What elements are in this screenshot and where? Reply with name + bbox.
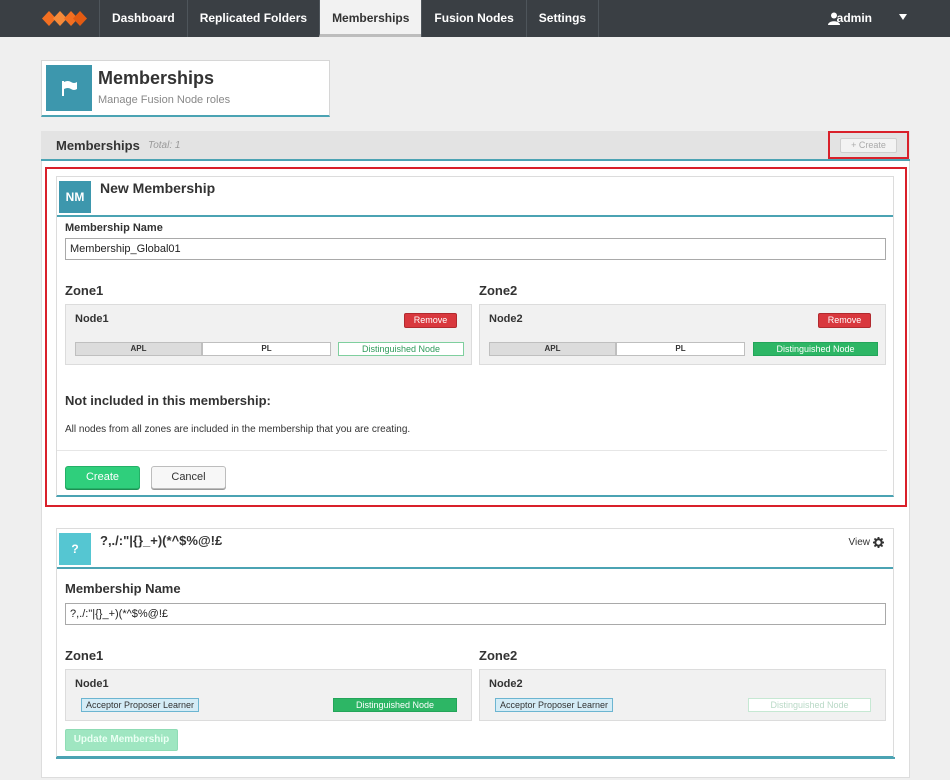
- new-membership-badge: NM: [59, 181, 91, 213]
- existing-membership-card-header: ? ?,./:"|{}_+)(*^$%@!£ View: [57, 529, 893, 569]
- nav-replicated-folders[interactable]: Replicated Folders: [186, 0, 319, 37]
- existing-node2-name: Node2: [489, 678, 523, 690]
- view-label: View: [848, 537, 871, 548]
- existing-zone1-node-box: Node1 Acceptor Proposer Learner Distingu…: [65, 669, 472, 721]
- card-bottom-border: [56, 757, 895, 759]
- update-membership-button[interactable]: Update Membership: [65, 729, 178, 751]
- caret-down-icon[interactable]: [899, 14, 907, 20]
- zone1-title: Zone1: [65, 283, 104, 298]
- not-included-title: Not included in this membership:: [65, 393, 271, 408]
- not-included-text: All nodes from all zones are included in…: [65, 424, 411, 435]
- create-membership-button[interactable]: + Create: [840, 138, 897, 153]
- new-membership-title: New Membership: [100, 180, 216, 196]
- page-title: Memberships: [98, 68, 215, 88]
- form-divider: [57, 450, 887, 451]
- existing-zone2-node-box: Node2 Acceptor Proposer Learner Distingu…: [479, 669, 886, 721]
- create-button[interactable]: Create: [65, 466, 140, 489]
- view-membership-link[interactable]: View: [848, 537, 884, 548]
- nav-settings[interactable]: Settings: [525, 0, 600, 37]
- top-navbar: Dashboard Replicated Folders Memberships…: [0, 0, 950, 37]
- existing-node1-name: Node1: [75, 678, 109, 690]
- list-title: Memberships: [56, 138, 140, 153]
- node2-distinguished-toggle[interactable]: Distinguished Node: [753, 342, 878, 356]
- main-nav: Dashboard Replicated Folders Memberships…: [99, 0, 600, 37]
- page-badge: [46, 65, 92, 111]
- existing-node1-distinguished[interactable]: Distinguished Node: [333, 698, 457, 712]
- node1-distinguished-toggle[interactable]: Distinguished Node: [338, 342, 464, 356]
- nav-memberships[interactable]: Memberships: [319, 0, 422, 37]
- memberships-list-header: Memberships Total: 1: [41, 131, 910, 161]
- flag-icon: [62, 81, 77, 96]
- node2-name: Node2: [489, 313, 523, 325]
- node2-role-apl[interactable]: APL: [489, 342, 616, 356]
- node2-role-pl[interactable]: PL: [616, 342, 745, 356]
- new-membership-card-header: NM New Membership: [57, 177, 893, 217]
- existing-zone1-title: Zone1: [65, 648, 104, 663]
- node1-role-apl[interactable]: APL: [75, 342, 202, 356]
- existing-membership-name-input[interactable]: [65, 603, 886, 625]
- existing-membership-badge: ?: [59, 533, 91, 565]
- wandisco-logo-icon[interactable]: [40, 8, 88, 29]
- existing-node2-role: Acceptor Proposer Learner: [495, 698, 614, 712]
- nav-fusion-nodes[interactable]: Fusion Nodes: [421, 0, 525, 37]
- list-total: Total: 1: [148, 140, 181, 151]
- existing-membership-card: ? ?,./:"|{}_+)(*^$%@!£ View: [56, 528, 894, 758]
- remove-node2-button[interactable]: Remove: [818, 313, 871, 328]
- cancel-button[interactable]: Cancel: [151, 466, 226, 489]
- gear-icon: [873, 537, 884, 548]
- zone1-node-box: Node1 Remove APL PL Distinguished Node: [65, 304, 472, 365]
- page-subtitle: Manage Fusion Node roles: [98, 94, 231, 106]
- remove-node1-button[interactable]: Remove: [404, 313, 457, 328]
- existing-node1-role: Acceptor Proposer Learner: [81, 698, 200, 712]
- membership-name-input[interactable]: [65, 238, 886, 260]
- node1-role-pl[interactable]: PL: [202, 342, 331, 356]
- existing-membership-title: ?,./:"|{}_+)(*^$%@!£: [100, 533, 223, 548]
- user-menu-name[interactable]: admin: [837, 0, 872, 37]
- zone2-title: Zone2: [479, 283, 518, 298]
- membership-name-label: Membership Name: [65, 222, 163, 234]
- existing-node2-distinguished[interactable]: Distinguished Node: [748, 698, 871, 712]
- node1-name: Node1: [75, 313, 109, 325]
- page-header-card: Memberships Manage Fusion Node roles: [41, 60, 330, 117]
- existing-membership-name-label: Membership Name: [65, 581, 181, 596]
- zone2-node-box: Node2 Remove APL PL Distinguished Node: [479, 304, 886, 365]
- existing-zone2-title: Zone2: [479, 648, 518, 663]
- nav-dashboard[interactable]: Dashboard: [99, 0, 187, 37]
